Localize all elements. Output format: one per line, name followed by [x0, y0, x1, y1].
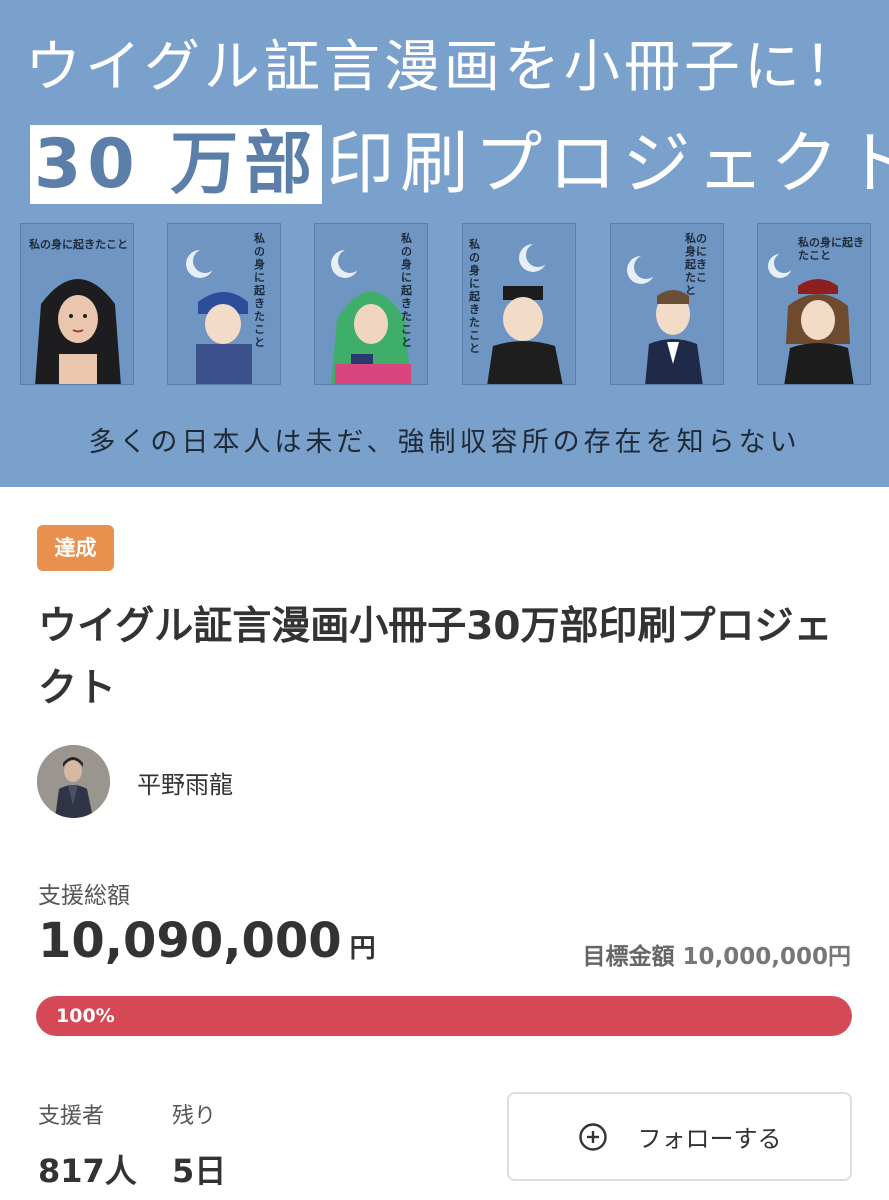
cover-title: 私の身に起きたこと [254, 232, 265, 349]
goal-label: 目標金額 [582, 944, 675, 970]
backers-value: 817人 [38, 1152, 137, 1190]
hero-banner: ウイグル証言漫画を小冊子に！ 30 万部 印刷プロジェクト 私の身に起きたこと 私… [0, 0, 889, 487]
booklet-cover: 私の身に起きたこと [610, 223, 724, 385]
avatar-image [37, 745, 110, 818]
support-amount-value: 10,090,000 [38, 913, 342, 969]
cover-title: 私の身に起きたこと [29, 238, 128, 251]
cover-title: 私の身に起きたこと [798, 236, 864, 262]
follow-button[interactable]: フォローする [507, 1092, 852, 1181]
goal-amount: 目標金額 10,000,000円 [582, 937, 851, 971]
progress-percent: 100% [56, 1005, 115, 1027]
cover-title: 私の身に起きたこと [685, 232, 707, 297]
booklet-covers: 私の身に起きたこと 私の身に起きたこと 私の身に起きたこと 私の身に起きたこと … [20, 223, 871, 385]
support-amount-unit: 円 [349, 934, 376, 964]
booklet-cover: 私の身に起きたこと [757, 223, 871, 385]
cover-title: 私の身に起きたこと [469, 238, 480, 355]
project-owner[interactable]: 平野雨龍 [37, 745, 437, 819]
funding-progress-bar: 100% [36, 996, 852, 1036]
support-total-label: 支援総額 [38, 883, 130, 909]
backers-stat: 支援者 817人 [38, 1098, 137, 1192]
booklet-cover: 私の身に起きたこと [20, 223, 134, 385]
remaining-value: 5日 [172, 1152, 227, 1190]
booklet-cover: 私の身に起きたこと [167, 223, 281, 385]
progress-fill [36, 996, 852, 1036]
hero-headline: ウイグル証言漫画を小冊子に！ [25, 35, 864, 100]
follow-label: フォローする [637, 1125, 782, 1153]
plus-circle-icon [578, 1122, 607, 1151]
remaining-label: 残り [172, 1104, 217, 1129]
remaining-stat: 残り 5日 [172, 1098, 226, 1192]
hero-highlight: 30 万部 [30, 125, 323, 204]
owner-avatar[interactable] [37, 745, 110, 818]
goal-value: 10,000,000円 [682, 944, 851, 970]
hero-subheadline-rest: 印刷プロジェクト [326, 125, 889, 204]
project-title: ウイグル証言漫画小冊子30万部印刷プロジェクト [38, 604, 833, 711]
owner-name[interactable]: 平野雨龍 [137, 765, 233, 800]
cover-title: 私の身に起きたこと [401, 232, 412, 349]
hero-subheadline: 30 万部 印刷プロジェクト [30, 108, 889, 204]
status-badge: 達成 [37, 525, 114, 571]
support-total-amount: 10,090,000 円 [38, 913, 376, 969]
booklet-cover: 私の身に起きたこと [314, 223, 428, 385]
booklet-cover: 私の身に起きたこと [462, 223, 576, 385]
hero-caption: 多くの日本人は未だ、強制収容所の存在を知らない [88, 427, 801, 458]
backers-label: 支援者 [38, 1104, 105, 1129]
